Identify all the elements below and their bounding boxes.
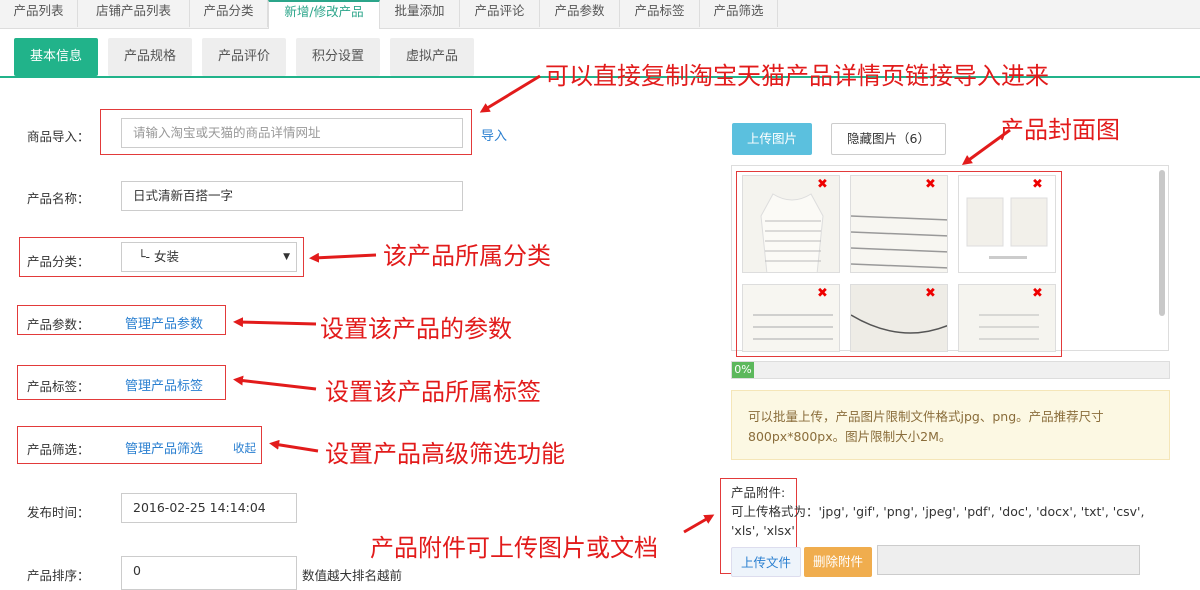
arrow-params [233,317,317,328]
arrow-cover [961,128,1011,165]
arrow-filter [269,439,319,453]
arrow-category [309,252,377,263]
arrow-import [479,74,541,113]
arrow-tags [233,375,317,391]
annotation-arrows [233,74,1011,534]
arrow-attachment [683,514,715,534]
